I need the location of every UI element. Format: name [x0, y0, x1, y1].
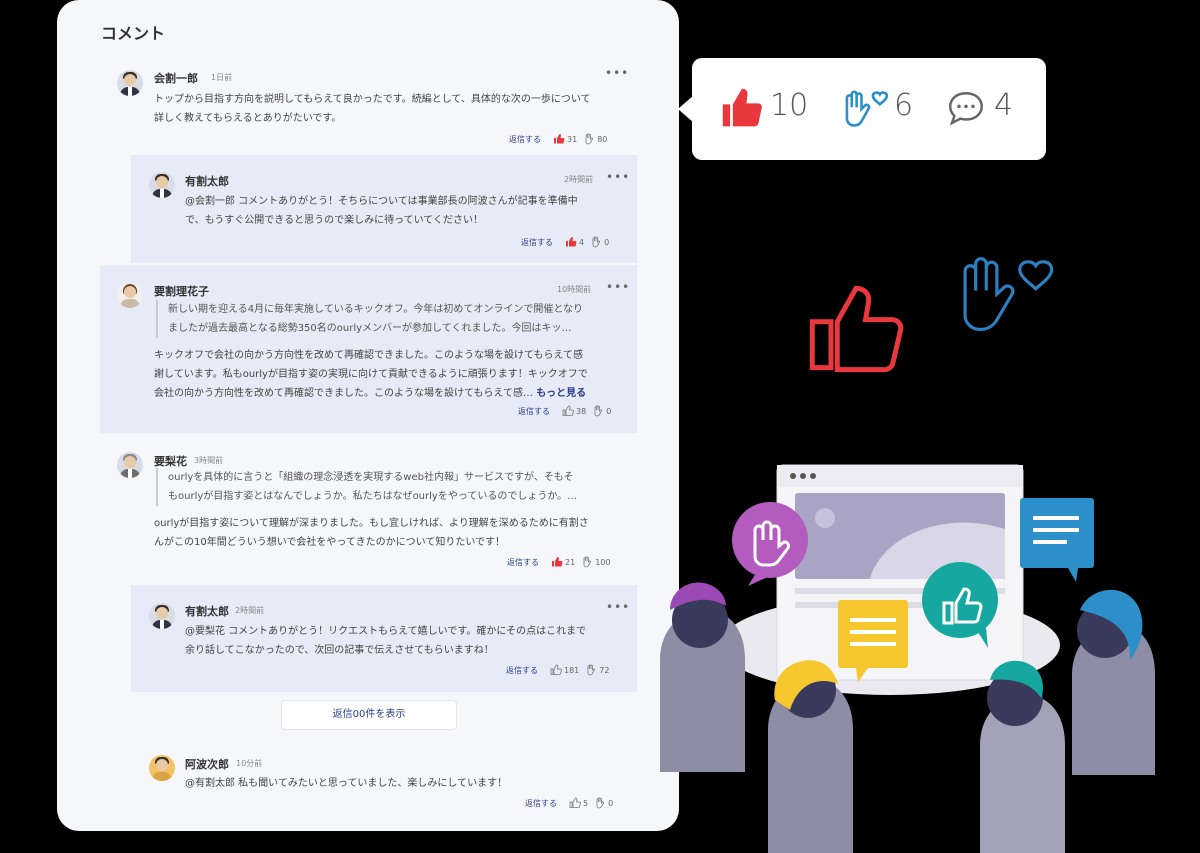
- raised-hand-icon: [594, 405, 603, 417]
- community-illustration: [660, 464, 1155, 853]
- comment-actions: 返信する 38 0: [518, 405, 611, 417]
- comment-text: @要梨花 コメントありがとう！リクエストもらえて嬉しいです。確かにその点はこれま…: [185, 626, 587, 656]
- comment-actions: 返信する 31 80: [509, 133, 607, 145]
- more-options-icon[interactable]: •••: [606, 170, 630, 184]
- likes-count: 10: [770, 88, 809, 123]
- more-options-icon[interactable]: •••: [606, 600, 630, 614]
- comment-panel: コメント 会割一郎 1日前 ••• トップから目指す方向を説明してもらえて良かっ…: [57, 0, 679, 831]
- thumbs-up-icon: [566, 237, 577, 247]
- clap-button[interactable]: 0: [590, 236, 609, 248]
- comment-actions: 返信する 5 0: [525, 797, 613, 809]
- claps-count: 6: [894, 88, 914, 123]
- raised-hand-heart-outline-icon: [963, 257, 1054, 331]
- thumbs-up-icon: [554, 134, 565, 144]
- comment-author: 阿波次郎: [185, 758, 229, 771]
- comment-text: ourlyが目指す姿について理解が深まりました。もし宜しければ、より理解を深める…: [154, 518, 589, 548]
- comment-actions: 返信する 4 0: [521, 236, 609, 248]
- quoted-text: ourlyを具体的に言うと「組織の理念浸透を実現するweb社内報」サービスですが…: [156, 468, 628, 506]
- reaction-stats-bubble: 10 6 4: [692, 58, 1046, 160]
- clap-button[interactable]: 0: [592, 405, 611, 417]
- thumbs-up-icon: [562, 405, 574, 416]
- reply-button[interactable]: 返信する: [507, 557, 539, 568]
- comment-text: キックオフで会社の向かう方向性を改めて再確認できました。このような場を設けてもら…: [154, 350, 588, 399]
- raised-hand-icon: [587, 664, 596, 676]
- reply-button[interactable]: 返信する: [521, 237, 553, 248]
- avatar: [117, 70, 143, 96]
- more-options-icon[interactable]: •••: [606, 280, 630, 294]
- like-button[interactable]: 31: [553, 133, 577, 145]
- like-button[interactable]: 21: [551, 556, 575, 568]
- comment-text: @会割一郎 コメントありがとう！そちらについては事業部長の阿波さんが記事を準備中…: [185, 196, 578, 226]
- comment-actions: 返信する 181 72: [506, 664, 609, 676]
- comment-author: 会割一郎: [154, 72, 198, 85]
- thumbs-up-icon: [722, 88, 762, 127]
- comment-time: 10分前: [236, 759, 263, 768]
- more-options-icon[interactable]: •••: [605, 66, 629, 80]
- avatar: [149, 172, 175, 198]
- comment-author: 有割太郎: [185, 175, 229, 188]
- speech-bubble-icon: [949, 92, 983, 126]
- clap-button[interactable]: 72: [585, 664, 609, 676]
- comments-count: 4: [994, 88, 1014, 123]
- comment-text: @有割太郎 私も聞いてみたいと思っていました、楽しみにしています！: [185, 778, 508, 789]
- reply-button[interactable]: 返信する: [506, 665, 538, 676]
- clap-button[interactable]: 0: [594, 797, 613, 809]
- comment-author: 要梨花: [154, 455, 187, 468]
- comment-text: トップから目指す方向を説明してもらえて良かったです。続編として、具体的な次の一歩…: [154, 94, 591, 124]
- comment-author: 有割太郎: [185, 605, 229, 618]
- avatar: [117, 452, 143, 478]
- thumbs-up-icon: [569, 797, 581, 808]
- thumbs-up-icon: [550, 664, 562, 675]
- reply-button[interactable]: 返信する: [518, 406, 550, 417]
- quoted-text: 新しい期を迎える4月に毎年実施しているキックオフ。今年は初めてオンラインで開催と…: [156, 300, 628, 338]
- avatar: [149, 603, 175, 629]
- read-more-link[interactable]: もっと見る: [536, 388, 586, 399]
- clap-button[interactable]: 80: [583, 133, 607, 145]
- like-button[interactable]: 4: [565, 236, 584, 248]
- comment-author: 要割理花子: [154, 285, 209, 298]
- raised-hand-icon: [596, 797, 605, 809]
- comment-time: 3時間前: [194, 456, 224, 465]
- comment-actions: 返信する 21 100: [507, 556, 610, 568]
- raised-hand-icon: [592, 236, 601, 248]
- reply-button[interactable]: 返信する: [509, 134, 541, 145]
- avatar: [117, 282, 143, 308]
- like-button[interactable]: 181: [550, 664, 579, 676]
- panel-title: コメント: [101, 24, 166, 43]
- thumbs-up-outline-icon: [809, 285, 904, 373]
- comment-time: 1日前: [211, 73, 233, 82]
- show-replies-button[interactable]: 返信00件を表示: [281, 700, 457, 730]
- raised-hand-icon: [585, 133, 594, 145]
- like-button[interactable]: 5: [569, 797, 588, 809]
- like-button[interactable]: 38: [562, 405, 586, 417]
- clap-button[interactable]: 100: [581, 556, 610, 568]
- comment-time: 2時間前: [564, 175, 594, 184]
- thumbs-up-icon: [552, 557, 563, 567]
- raised-hand-icon: [583, 556, 592, 568]
- reply-button[interactable]: 返信する: [525, 798, 557, 809]
- avatar: [149, 755, 175, 781]
- raised-hand-heart-icon: [845, 90, 889, 127]
- comment-time: 2時間前: [235, 606, 265, 615]
- comment-time: 10時間前: [557, 285, 592, 294]
